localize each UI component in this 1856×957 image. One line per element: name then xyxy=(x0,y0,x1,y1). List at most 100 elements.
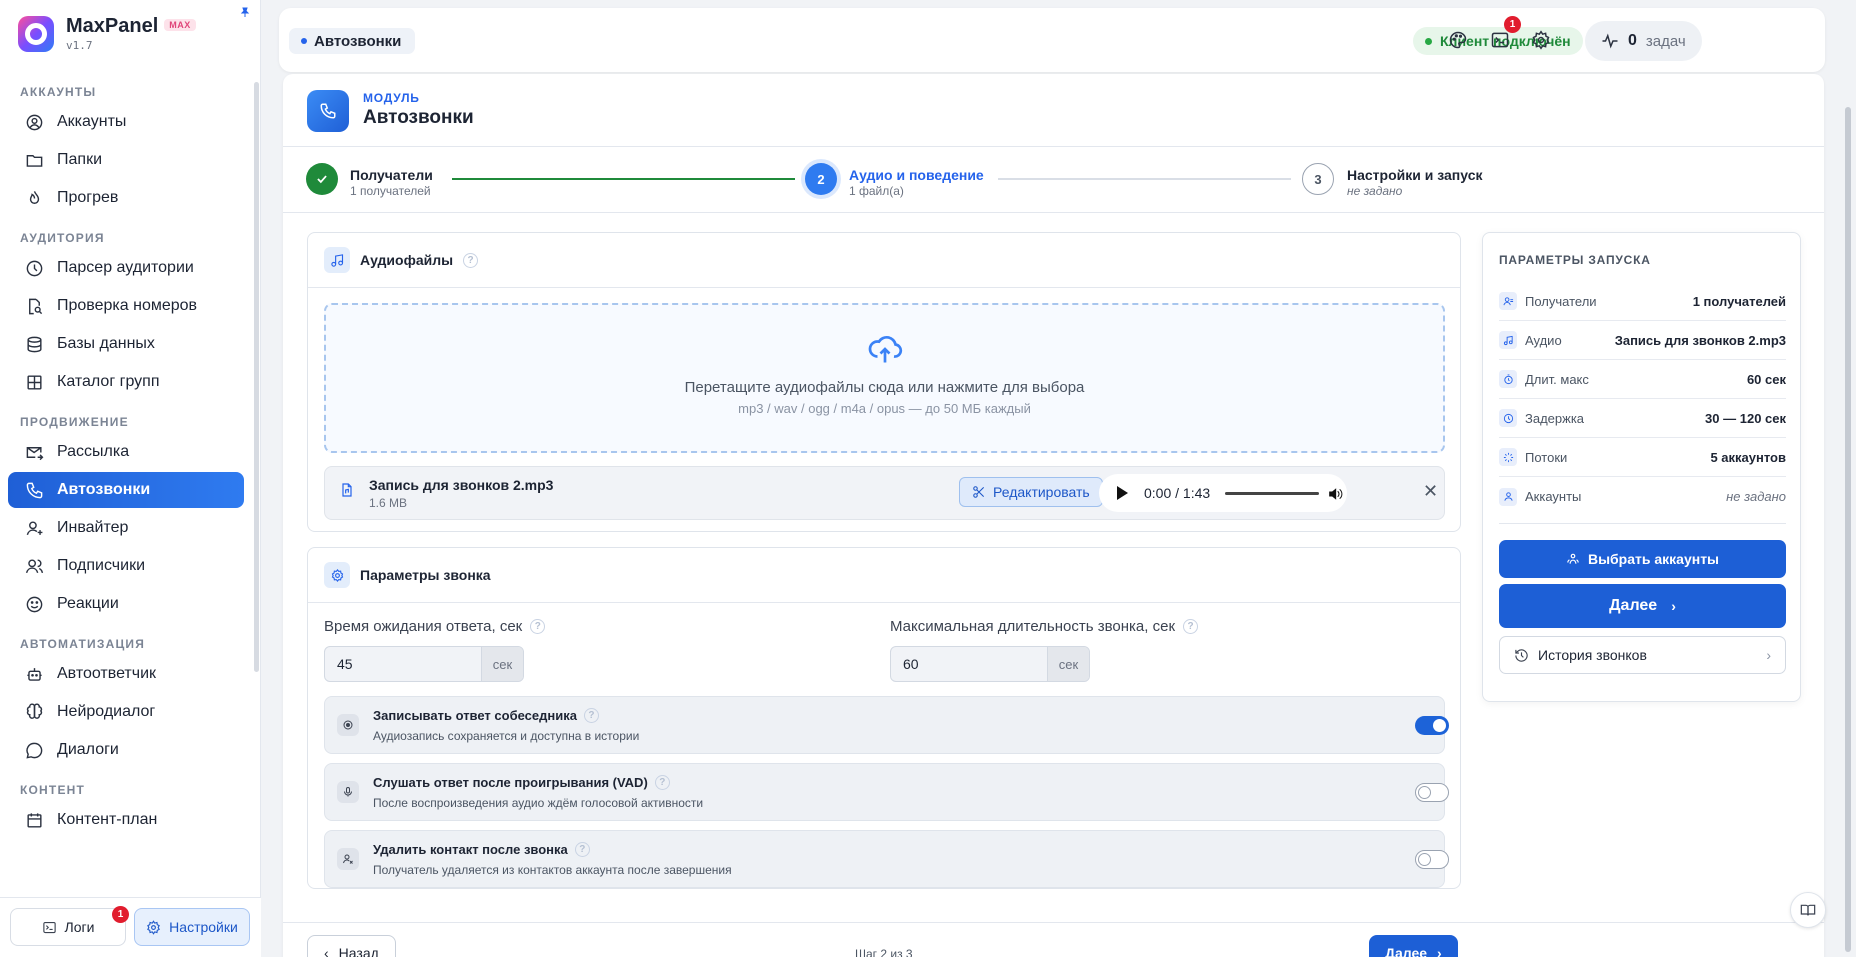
dropzone-hint: mp3 / wav / ogg / m4a / opus — до 50 МБ … xyxy=(738,401,1031,416)
tasks-button[interactable]: 0 задач xyxy=(1585,21,1702,61)
sidebar-item-accounts[interactable]: Аккаунты xyxy=(8,104,244,140)
param-row-accounts: Аккаунты не задано xyxy=(1499,477,1786,516)
sidebar-item-content-plan[interactable]: Контент-план xyxy=(8,802,244,838)
audio-dropzone[interactable]: Перетащите аудиофайлы сюда или нажмите д… xyxy=(324,303,1445,453)
user-circle-icon xyxy=(26,114,43,130)
option-title-text: Слушать ответ после проигрывания (VAD) xyxy=(373,775,648,790)
param-value: 5 аккаунтов xyxy=(1710,449,1786,465)
clock-icon xyxy=(26,260,43,276)
palette-icon[interactable] xyxy=(1448,30,1468,50)
settings-label: Настройки xyxy=(169,919,238,935)
microphone-icon xyxy=(337,781,359,803)
breadcrumb[interactable]: Автозвонки xyxy=(289,28,416,54)
max-duration-input[interactable]: 60 сек xyxy=(890,646,1090,682)
history-icon xyxy=(1515,648,1528,662)
record-answer-toggle[interactable] xyxy=(1415,716,1449,735)
mail-send-icon xyxy=(26,446,44,460)
logs-button[interactable]: Логи xyxy=(10,908,126,946)
param-row-delay: Задержка 30 — 120 сек xyxy=(1499,399,1786,438)
choose-accounts-button[interactable]: Выбрать аккаунты xyxy=(1499,540,1786,578)
brain-icon xyxy=(26,702,43,719)
volume-icon[interactable] xyxy=(1327,486,1343,502)
settings-button[interactable]: Настройки xyxy=(134,908,250,946)
option-description: После воспроизведения аудио ждём голосов… xyxy=(373,796,704,810)
help-icon[interactable]: ? xyxy=(463,252,479,268)
vad-toggle[interactable] xyxy=(1415,783,1449,802)
sidebar-item-inviter[interactable]: Инвайтер xyxy=(8,510,244,546)
help-icon[interactable]: ? xyxy=(530,619,546,634)
sidebar-item-reactions[interactable]: Реакции xyxy=(8,586,244,622)
page-scrollbar[interactable] xyxy=(1845,107,1851,952)
calendar-icon xyxy=(27,812,42,828)
sidebar-item-neurodialog[interactable]: Нейродиалог xyxy=(8,694,244,730)
option-vad: Слушать ответ после проигрывания (VAD)? … xyxy=(324,763,1449,821)
step-3-circle[interactable]: 3 xyxy=(1302,163,1334,195)
user-icon xyxy=(1499,487,1517,506)
edit-audio-button[interactable]: Редактировать xyxy=(959,477,1103,507)
max-duration-unit: сек xyxy=(1047,647,1089,681)
phone-icon xyxy=(26,482,43,498)
chevron-left-icon: ‹ xyxy=(324,945,329,957)
call-history-button[interactable]: История звонков › xyxy=(1499,636,1786,674)
pin-icon[interactable] xyxy=(240,7,250,17)
folder-icon xyxy=(26,154,43,167)
help-icon[interactable]: ? xyxy=(1183,619,1199,634)
delete-contact-toggle[interactable] xyxy=(1415,850,1449,869)
audio-file-icon xyxy=(339,482,355,498)
nav-section-title: АВТОМАТИЗАЦИЯ xyxy=(20,637,146,651)
sidebar-item-dialogs[interactable]: Диалоги xyxy=(8,732,244,768)
back-button[interactable]: ‹ Назад xyxy=(307,935,396,957)
sidebar-scrollbar[interactable] xyxy=(254,82,259,672)
plan-badge: MAX xyxy=(164,19,196,31)
remove-file-button[interactable]: ✕ xyxy=(1423,482,1438,500)
audio-progress-slider[interactable] xyxy=(1225,492,1319,495)
sidebar-item-audience-parser[interactable]: Парсер аудитории xyxy=(8,250,244,286)
book-open-icon[interactable] xyxy=(1790,892,1826,928)
call-params-header: Параметры звонка xyxy=(308,548,1460,603)
sidebar-item-autoresponder[interactable]: Автоответчик xyxy=(8,656,244,692)
app-version: v1.7 xyxy=(66,39,93,52)
sidebar-item-subscribers[interactable]: Подписчики xyxy=(8,548,244,584)
param-value: не задано xyxy=(1726,489,1786,504)
record-icon xyxy=(337,714,359,736)
terminal-icon[interactable] xyxy=(1490,30,1510,50)
page-title: Автозвонки xyxy=(363,107,474,128)
chevron-right-icon: › xyxy=(1766,647,1771,663)
flame-icon xyxy=(29,190,40,204)
smile-icon xyxy=(26,596,43,612)
gear-icon xyxy=(147,919,161,935)
sidebar-item-databases[interactable]: Базы данных xyxy=(8,326,244,362)
breadcrumb-dot xyxy=(301,38,307,44)
sidebar-item-mailing[interactable]: Рассылка xyxy=(8,434,244,470)
wait-time-input[interactable]: 45 сек xyxy=(324,646,524,682)
sidebar-item-autocalls[interactable]: Автозвонки xyxy=(8,472,244,508)
wait-time-label: Время ожидания ответа, сек ? xyxy=(324,618,546,635)
module-icon xyxy=(307,90,349,132)
step-1-done-icon[interactable] xyxy=(306,163,338,195)
option-title: Удалить контакт после звонка? xyxy=(373,842,590,857)
settings-cog-icon xyxy=(324,562,350,588)
wait-time-label-text: Время ожидания ответа, сек xyxy=(324,618,523,635)
sidebar-item-folders[interactable]: Папки xyxy=(8,142,244,178)
help-icon[interactable]: ? xyxy=(574,842,590,857)
param-row-threads: Потоки 5 аккаунтов xyxy=(1499,438,1786,477)
step-3-title: Настройки и запуск xyxy=(1347,167,1483,183)
step-2-circle[interactable]: 2 xyxy=(805,163,837,195)
next-button[interactable]: Далее › xyxy=(1499,584,1786,628)
audio-file-row: Запись для звонков 2.mp3 1.6 MB Редактир… xyxy=(324,466,1445,520)
sidebar-item-warmup[interactable]: Прогрев xyxy=(8,180,244,216)
play-icon[interactable] xyxy=(1117,486,1128,500)
footer-next-button[interactable]: Далее › xyxy=(1369,935,1458,957)
sidebar-item-label: Папки xyxy=(57,151,102,168)
help-icon[interactable]: ? xyxy=(583,708,599,723)
param-value: 30 — 120 сек xyxy=(1705,410,1786,426)
brand[interactable]: MaxPanel MAX v1.7 xyxy=(18,15,196,52)
grid-icon xyxy=(27,374,42,390)
sidebar-item-number-check[interactable]: Проверка номеров xyxy=(8,288,244,324)
param-key: Потоки xyxy=(1525,449,1568,465)
breadcrumb-label: Автозвонки xyxy=(314,32,402,50)
sidebar-item-group-catalog[interactable]: Каталог групп xyxy=(8,364,244,400)
help-icon[interactable]: ? xyxy=(654,775,670,790)
gear-icon[interactable] xyxy=(1531,30,1551,50)
sidebar-item-label: Рассылка xyxy=(57,443,130,460)
